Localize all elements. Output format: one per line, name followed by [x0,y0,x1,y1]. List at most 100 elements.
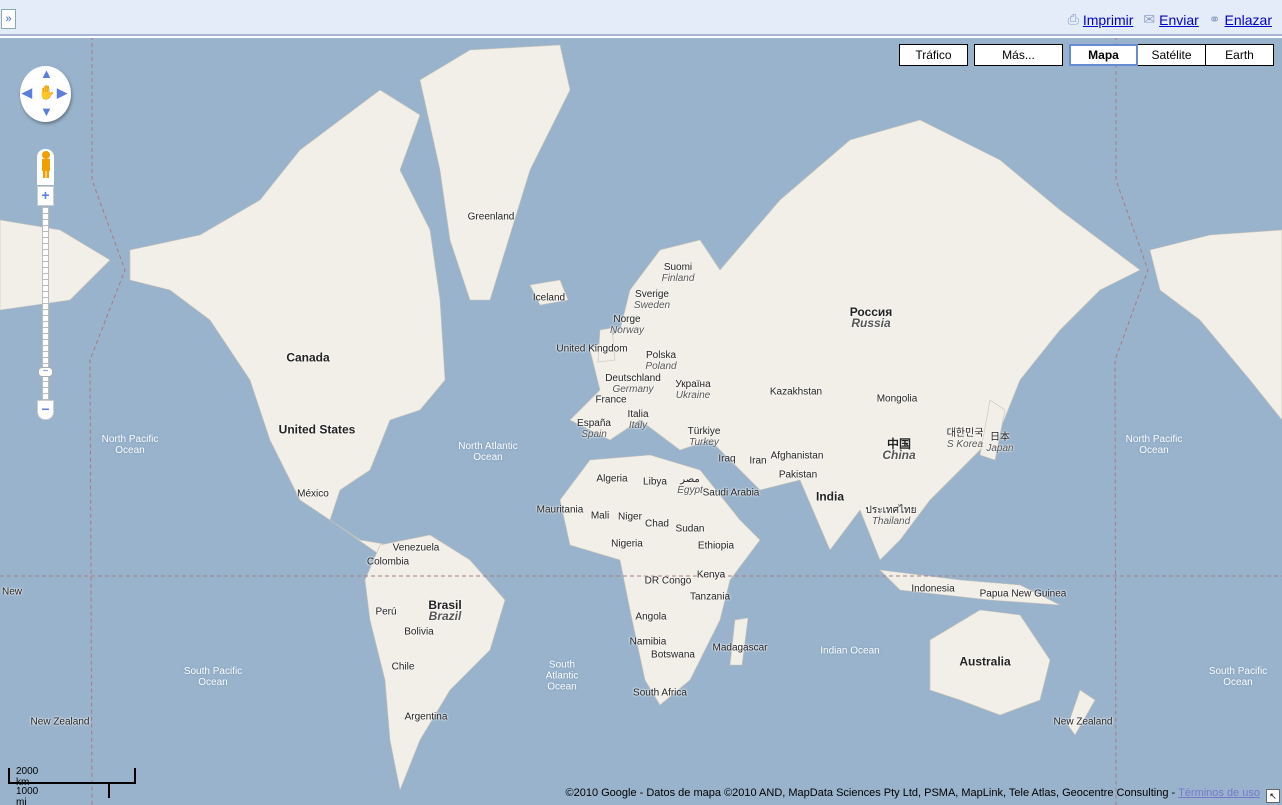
label-text: Indian Ocean [820,645,880,657]
label-subtext: Finland [661,273,695,284]
map-label: Suomi Finland [662,262,695,284]
hand-icon[interactable]: ✋ [38,84,55,101]
label-text: North Pacific Ocean [1125,434,1183,456]
label-text: Afghanistan [770,450,824,462]
overview-toggle-icon[interactable]: ↖ [1266,789,1280,803]
label-text: Colombia [366,556,410,568]
label-text: Libya [643,476,667,488]
label-text: Pakistan [778,469,818,481]
new-zealand [1067,689,1096,736]
map-label: Indian Ocean [820,646,880,657]
pan-right-icon[interactable]: ▶ [57,85,67,101]
map-label: Tanzania [690,592,730,603]
label-text: Türkiye [687,426,721,437]
label-subtext: Egypt [677,485,703,496]
map-label: Kazakhstan [770,387,822,398]
pegman-icon[interactable] [37,149,54,185]
label-text: Algeria [596,473,628,485]
map-label: Iraq [718,454,735,465]
west-edge-land [0,219,111,311]
south-america [364,534,506,792]
map-label: Mongolia [877,394,918,405]
label-text: Argentina [404,711,448,723]
map-type-earth[interactable]: Earth [1206,44,1274,66]
traffic-button[interactable]: Tráfico [899,44,968,66]
label-text: Niger [618,511,642,523]
map-label: Australia [959,654,1011,669]
label-text: Australia [959,654,1011,669]
label-text: Indonesia [911,583,955,595]
label-text: Suomi [663,262,693,273]
label-text: Tanzania [689,591,731,603]
top-links: ⎙ Imprimir ✉ Enviar ⚭ Enlazar [1068,11,1272,28]
map-label: Brasil Brazil [428,599,461,622]
label-text: New Zealand [30,716,90,728]
zoom-in-button[interactable]: + [37,186,54,206]
label-subtext: Spain [581,429,607,440]
label-text: Chad [645,518,669,530]
send-link[interactable]: Enviar [1159,12,1199,28]
zoom-out-button[interactable]: − [37,400,54,420]
map-label: Algeria [596,474,627,485]
pan-up-icon[interactable]: ▲ [40,66,53,81]
map-type-mapa[interactable]: Mapa [1069,44,1138,66]
pan-control[interactable]: ▲ ◀ ✋ ▶ ▼ [20,66,71,122]
map-label: Indonesia [911,584,954,595]
map-canvas[interactable]: Greenland Iceland Suomi Finland Sverige Swede… [0,38,1282,805]
label-text: Iraq [718,453,736,465]
map-label: Ethiopia [698,541,734,552]
label-subtext: S Korea [946,439,984,450]
collapse-panel-button[interactable]: » [1,9,16,29]
label-text: Iceland [532,292,566,304]
map-label: Mauritania [537,505,584,516]
map-label: DR Congo [645,576,692,587]
scale-mi: 1000 mi [16,786,39,805]
terms-link[interactable]: Términos de uso [1178,787,1260,799]
map-type-satelite[interactable]: Satélite [1138,44,1206,66]
label-subtext: Thailand [871,516,911,527]
map-label: Deutschland Germany [605,373,661,395]
label-text: 日本 [990,432,1010,443]
label-text: España [577,418,611,429]
more-button[interactable]: Más... [974,44,1063,66]
label-text: Україна [675,379,711,390]
map-label: Afghanistan [771,451,824,462]
map-label: 대한민국 S Korea [947,428,984,450]
label-text: Kazakhstan [769,386,823,398]
attribution-text: ©2010 Google - Datos de mapa ©2010 AND, … [565,787,1179,799]
map-type-controls: Tráfico Más... Mapa Satélite Earth [899,44,1274,66]
label-text: Mongolia [876,393,918,405]
label-text: Norge [613,314,641,325]
map-label: United Kingdom [556,344,627,355]
label-text: North Pacific Ocean [101,434,159,456]
map-label: India [816,491,844,503]
print-link[interactable]: Imprimir [1083,12,1134,28]
map-label: Norge Norway [610,314,644,336]
zoom-slider-handle[interactable]: − [38,366,53,377]
label-subtext: Poland [645,361,677,372]
label-subtext: Norway [610,325,644,336]
pan-down-icon[interactable]: ▼ [40,104,53,119]
label-text: South Pacific Ocean [183,666,243,688]
label-text: Canada [286,350,330,365]
map-label: North Pacific Ocean [1124,434,1184,456]
map-label: South Atlantic Ocean [532,660,592,693]
pan-left-icon[interactable]: ◀ [22,85,32,101]
label-text: Sudan [675,523,705,535]
map-label: Argentina [405,712,448,723]
label-text: Ethiopia [697,540,735,552]
label-subtext: Italy [628,420,648,431]
map-label: Türkiye Turkey [688,426,721,448]
east-edge-land [1149,229,1282,421]
map-label: Botswana [651,650,695,661]
label-text: Venezuela [392,542,440,554]
label-text: Sverige [635,289,669,300]
map-label: Greenland [468,212,515,223]
attribution: ©2010 Google - Datos de mapa ©2010 AND, … [565,787,1260,799]
label-text: Botswana [651,649,695,661]
map-label: Mali [591,511,609,522]
link-link[interactable]: Enlazar [1225,12,1272,28]
map-label: Colombia [367,557,409,568]
label-text: South Atlantic Ocean [545,659,579,693]
greenland [419,44,571,301]
